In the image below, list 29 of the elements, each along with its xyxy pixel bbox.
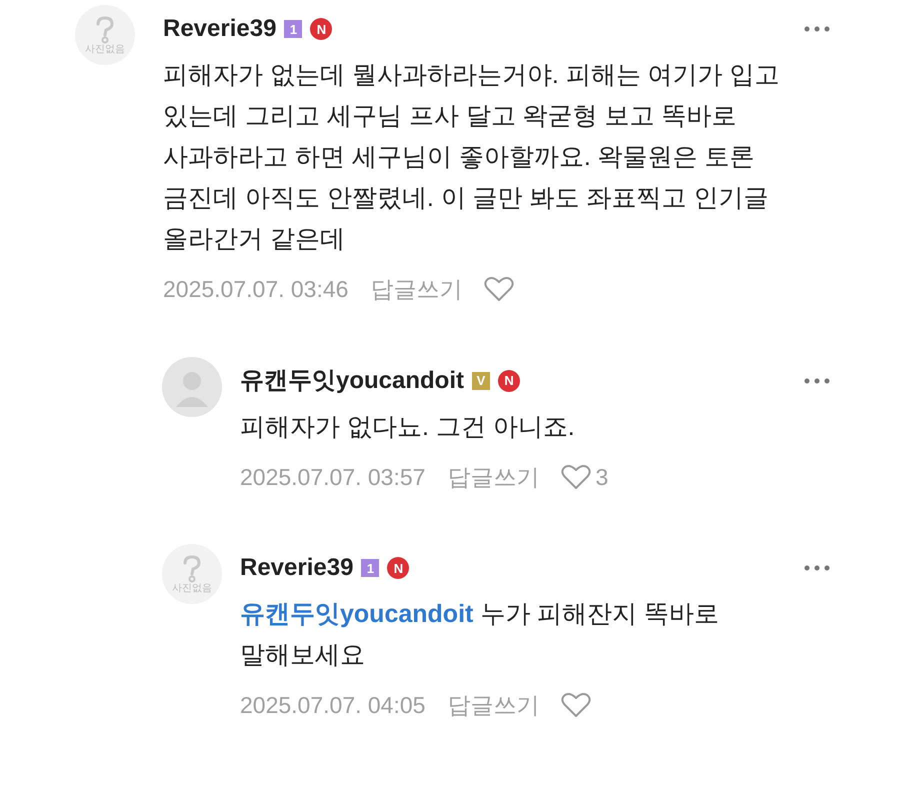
like-count: 3 [595, 462, 608, 492]
more-icon[interactable] [804, 26, 830, 32]
more-icon[interactable] [804, 565, 830, 571]
author-name[interactable]: Reverie39 [240, 550, 354, 586]
level-badge: 1 [284, 20, 302, 38]
author-name[interactable]: Reverie39 [163, 11, 276, 47]
level-badge: 1 [361, 559, 380, 577]
heart-icon [561, 692, 592, 718]
reply-button[interactable]: 답글쓰기 [447, 688, 540, 722]
level-badge: V [472, 372, 490, 390]
more-icon[interactable] [804, 378, 830, 384]
reply-button[interactable]: 답글쓰기 [370, 272, 462, 306]
comment-text: 피해자가 없다뇨. 그건 아니죠. [240, 412, 576, 442]
new-badge: N [387, 557, 410, 579]
question-mark-icon [181, 554, 203, 582]
heart-icon [561, 464, 592, 490]
author-name[interactable]: 유캔두잇youcandoit [240, 362, 464, 398]
mention-link[interactable]: 유캔두잇youcandoit [240, 600, 474, 628]
comment-date: 2025.07.07. 03:46 [163, 275, 348, 304]
comment-text: 유캔두잇youcandoit 누가 피해잔지 똑바로 말해보세요 [240, 599, 720, 671]
avatar [162, 356, 222, 416]
comment-date: 2025.07.07. 04:05 [240, 691, 426, 720]
heart-icon [484, 276, 514, 302]
new-badge: N [310, 18, 332, 40]
new-badge: N [498, 370, 520, 392]
comment-date: 2025.07.07. 03:57 [240, 462, 426, 492]
comment-text: 피해자가 없는데 뭘사과하라는거야. 피해는 여기가 입고 있는데 그리고 세구님 프사 달고 왁굳형 보고 똑바로 사과하라고 하면 세구님이 좋아할까요. 왁물원은 토론 금진데 아직도 안짤렸네. 이 글만 봐도 좌표찍고 인기글 올라간거 같은데 [163, 60, 781, 255]
reply-button[interactable]: 답글쓰기 [447, 460, 540, 494]
question-mark-icon [94, 16, 116, 44]
